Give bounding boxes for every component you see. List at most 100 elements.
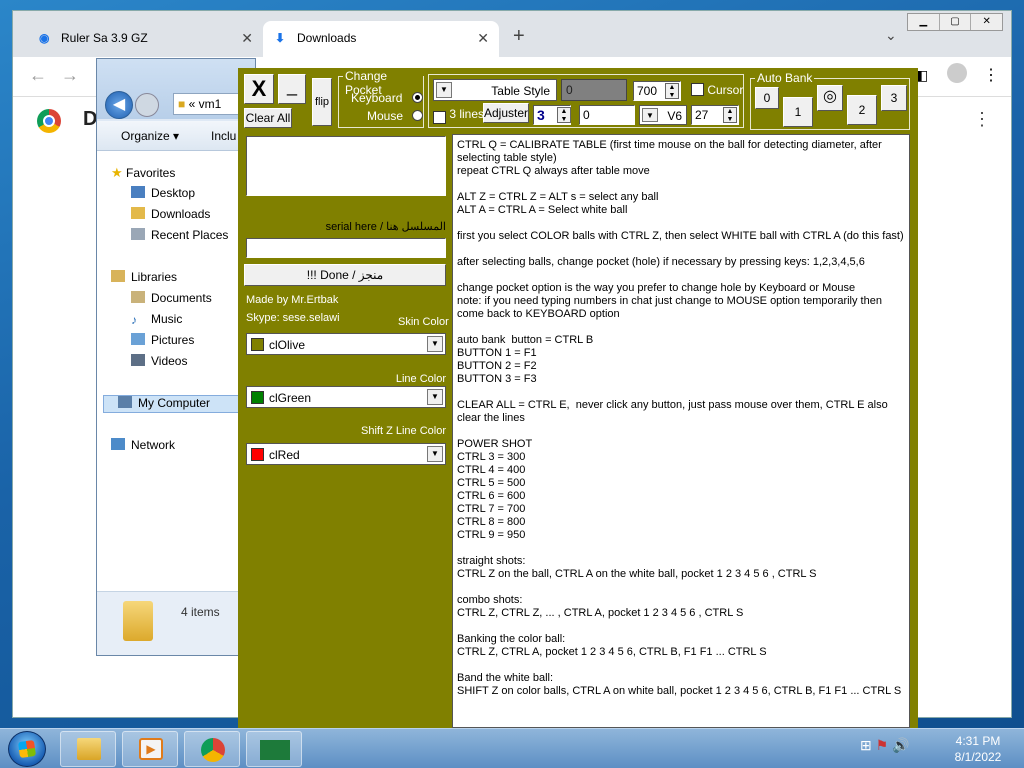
network-icon [111, 438, 125, 450]
adjuster-button[interactable]: Adjuster [483, 103, 529, 123]
mouse-radio[interactable]: Mouse [367, 109, 424, 123]
done-button[interactable]: !!! Done / منجز [244, 264, 446, 286]
three-lines-checkbox[interactable]: ✓ 3 lines [433, 107, 484, 124]
page-menu-icon[interactable]: ⋮ [973, 109, 991, 130]
media-player-icon: ▶ [139, 738, 163, 760]
navigation-pane: ★ Favorites Desktop Downloads Recent Pla… [97, 151, 255, 591]
nav-favorites[interactable]: ★ Favorites [111, 165, 175, 181]
address-chevrons: « [188, 97, 196, 111]
skin-color-swatch [251, 338, 264, 351]
cursor-label: Cursor [707, 83, 744, 97]
menu-kebab-icon[interactable]: ⋮ [983, 65, 999, 85]
desktop-icon [131, 186, 145, 198]
version-spin-arrows[interactable]: ▲ ▼ [723, 107, 737, 123]
music-icon: ♪ [131, 313, 137, 327]
auto-bank-button-3[interactable]: 3 [881, 85, 907, 111]
tab-ruler[interactable]: ◉ Ruler Sa 3.9 GZ ✕ [27, 21, 263, 57]
taskbar-pool-tool[interactable] [246, 731, 302, 767]
keyboard-radio[interactable]: Keyboard [351, 91, 423, 105]
close-window-button[interactable]: ✕ [971, 14, 1002, 30]
auto-bank-button-0[interactable]: 0 [755, 87, 779, 109]
table-value-field[interactable]: 0 [561, 79, 627, 101]
dropdown-arrow-icon: ▼ [427, 446, 443, 462]
clock-date: 8/1/2022 [954, 750, 1002, 764]
auto-bank-button-1[interactable]: 1 [783, 97, 813, 127]
forward-arrow-icon[interactable]: → [61, 65, 79, 86]
tool-window: X _ Clear All flip Change Pocket Keyboar… [238, 68, 918, 728]
check-icon: ✓ [433, 111, 446, 124]
nav-label: Favorites [126, 166, 176, 180]
nav-pictures[interactable]: Pictures [131, 333, 194, 347]
back-arrow-icon[interactable]: ← [29, 65, 47, 86]
nav-label: Videos [151, 354, 188, 368]
dropdown-arrow-icon: ▼ [427, 336, 443, 352]
size-spin-value: 700 [637, 84, 658, 98]
window-controls: ▁ ▢ ✕ [907, 13, 1003, 31]
nav-label: Music [151, 312, 183, 326]
flip-button[interactable]: flip [312, 78, 332, 126]
folder-icon [123, 601, 153, 641]
skin-color-select[interactable]: clOlive ▼ [246, 333, 446, 355]
close-button[interactable]: X [244, 74, 274, 104]
items-count: 4 items [181, 605, 220, 619]
nav-recent-places[interactable]: Recent Places [131, 228, 228, 242]
include-button[interactable]: Inclu [211, 129, 236, 143]
nav-label: Documents [151, 291, 212, 305]
shiftz-color-select[interactable]: clRed ▼ [246, 443, 446, 465]
command-bar: Organize ▾ Inclu [97, 121, 255, 151]
table-style-select[interactable]: ▼ Table Style [433, 79, 557, 101]
tab-label: Downloads [297, 31, 357, 45]
target-icon[interactable]: ◎ [817, 85, 843, 111]
taskbar-media-player[interactable]: ▶ [122, 731, 178, 767]
documents-icon [131, 291, 145, 303]
back-icon[interactable]: ◀ [105, 91, 133, 119]
forward-icon[interactable] [135, 93, 159, 117]
taskbar-chrome[interactable] [184, 731, 240, 767]
serial-input[interactable] [246, 238, 446, 258]
clear-all-button[interactable]: Clear All [244, 108, 292, 128]
nav-libraries[interactable]: Libraries [111, 270, 177, 284]
action-center-icon[interactable]: ⚑ [876, 737, 889, 753]
nav-documents[interactable]: Documents [131, 291, 212, 305]
nav-network[interactable]: Network [111, 438, 175, 452]
line-color-select[interactable]: clGreen ▼ [246, 386, 446, 408]
pictures-icon [131, 333, 145, 345]
clock[interactable]: 4:31 PM 8/1/2022 [938, 733, 1018, 765]
network-tray-icon[interactable]: ⊞ [860, 737, 872, 753]
maximize-window-button[interactable]: ▢ [940, 14, 972, 30]
auto-bank-button-2[interactable]: 2 [847, 95, 877, 125]
offset-input[interactable]: 0 [579, 105, 635, 125]
tab-search-icon[interactable]: ⌄ [885, 27, 897, 44]
output-box[interactable] [246, 136, 446, 196]
taskbar-explorer[interactable] [60, 731, 116, 767]
nav-desktop[interactable]: Desktop [131, 186, 195, 200]
nav-music[interactable]: ♪ Music [131, 312, 183, 327]
nav-label: Network [131, 438, 176, 452]
nav-downloads[interactable]: Downloads [131, 207, 210, 221]
dropdown-arrow-icon: ▼ [427, 389, 443, 405]
minimize-window-button[interactable]: ▁ [908, 14, 940, 30]
nav-label: Downloads [151, 207, 211, 221]
profile-avatar[interactable] [947, 63, 967, 83]
cursor-checkbox[interactable]: Cursor [691, 83, 743, 97]
tab-downloads[interactable]: ⬇ Downloads ✕ [263, 21, 499, 57]
lines-spin-arrows[interactable]: ▲ ▼ [557, 107, 571, 123]
size-spin-arrows[interactable]: ▲ ▼ [665, 83, 679, 99]
close-tab-icon[interactable]: ✕ [477, 30, 489, 47]
instructions-text[interactable]: CTRL Q = CALIBRATE TABLE (first time mou… [452, 134, 910, 728]
nav-videos[interactable]: Videos [131, 354, 187, 368]
nav-label: Libraries [131, 270, 178, 284]
explorer-window: ◀ ■ « vm1 Organize ▾ Inclu ★ Favorites D… [96, 58, 256, 656]
nav-label: Pictures [151, 333, 195, 347]
minimize-button[interactable]: _ [278, 74, 306, 104]
volume-icon[interactable]: 🔊 [892, 737, 909, 753]
start-button[interactable] [8, 731, 46, 767]
clock-time: 4:31 PM [955, 734, 1001, 748]
nav-my-computer[interactable]: My Computer [103, 395, 253, 413]
line-color-swatch [251, 391, 264, 404]
version-select[interactable]: ▼ V6 [639, 105, 687, 125]
organize-button[interactable]: Organize ▾ [121, 129, 179, 143]
close-tab-icon[interactable]: ✕ [241, 30, 253, 47]
shiftz-color-value: clRed [269, 448, 300, 462]
new-tab-button[interactable]: + [513, 25, 525, 48]
